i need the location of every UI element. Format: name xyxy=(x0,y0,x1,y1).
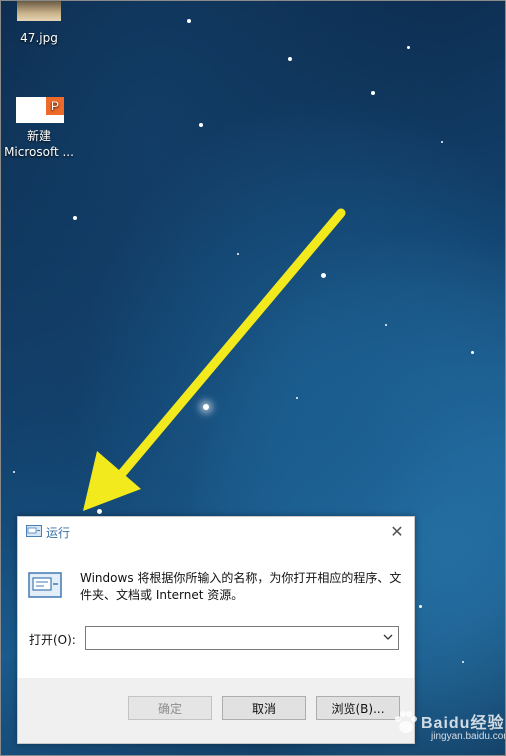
cancel-button[interactable]: 取消 xyxy=(222,696,306,720)
baidu-paw-logo-icon xyxy=(395,711,417,733)
run-dialog: 运行 ✕ Windows 将根据你所输入的名称，为你打开相应的程序、文件夹、文档… xyxy=(17,516,415,744)
chevron-down-icon[interactable] xyxy=(381,630,395,644)
browse-button[interactable]: 浏览(B)... xyxy=(316,696,400,720)
open-combobox[interactable] xyxy=(85,626,399,650)
baidu-jingyan-watermark: Baidu经验 jingyan.baidu.com xyxy=(389,701,505,751)
desktop-background: 47.jpg P 新建 Microsoft ... 运行 ✕ Windows 将… xyxy=(0,0,506,756)
watermark-domain: jingyan.baidu.com xyxy=(431,731,506,742)
open-input[interactable] xyxy=(88,628,377,646)
dialog-title: 运行 xyxy=(46,526,71,540)
run-app-icon xyxy=(26,525,42,537)
ok-button[interactable]: 确定 xyxy=(128,696,212,720)
run-program-icon xyxy=(28,572,62,598)
dialog-button-bar: 确定 取消 浏览(B)... xyxy=(18,678,414,743)
close-button[interactable]: ✕ xyxy=(386,521,408,543)
dialog-titlebar[interactable]: 运行 ✕ xyxy=(18,517,414,547)
close-icon: ✕ xyxy=(390,522,404,541)
open-label: 打开(O): xyxy=(29,633,76,647)
watermark-brand: Baidu经验 xyxy=(421,715,505,732)
dialog-description: Windows 将根据你所输入的名称，为你打开相应的程序、文件夹、文档或 Int… xyxy=(80,571,402,602)
